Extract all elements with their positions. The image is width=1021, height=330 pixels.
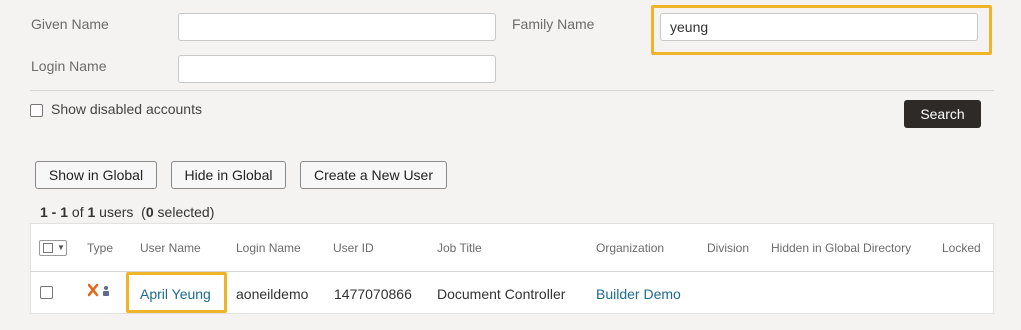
organization-link[interactable]: Builder Demo [596, 286, 681, 302]
family-name-input[interactable] [660, 13, 978, 41]
given-name-label: Given Name [31, 16, 109, 32]
col-login-name[interactable]: Login Name [236, 241, 301, 255]
hide-in-global-button[interactable]: Hide in Global [171, 161, 286, 189]
select-all-dropdown[interactable]: ▼ [39, 240, 67, 256]
of-text: of [68, 204, 88, 220]
col-user-name[interactable]: User Name [140, 241, 201, 255]
users-text: users ( [95, 204, 146, 220]
login-name-input[interactable] [178, 55, 496, 83]
selected-count: 0 [145, 204, 154, 220]
col-division[interactable]: Division [707, 241, 749, 255]
external-user-icon [87, 283, 112, 299]
search-button[interactable]: Search [904, 100, 981, 128]
row-checkbox[interactable] [40, 286, 53, 299]
login-name-cell: aoneildemo [236, 286, 309, 302]
user-id-cell: 1477070866 [334, 286, 412, 302]
users-table: ▼ Type User Name Login Name User ID Job … [30, 223, 994, 314]
results-summary: 1 - 1 of 1 users (0 selected) [40, 204, 214, 220]
chevron-down-icon: ▼ [57, 243, 65, 252]
show-disabled-checkbox[interactable] [30, 104, 43, 117]
selected-suffix: selected) [153, 204, 215, 220]
col-locked[interactable]: Locked [942, 241, 981, 255]
col-job-title[interactable]: Job Title [437, 241, 482, 255]
col-user-id[interactable]: User ID [333, 241, 374, 255]
given-name-input[interactable] [178, 13, 496, 41]
show-disabled-label: Show disabled accounts [51, 101, 202, 117]
user-name-link[interactable]: April Yeung [140, 286, 211, 302]
show-in-global-button[interactable]: Show in Global [35, 161, 157, 189]
job-title-cell: Document Controller [437, 286, 566, 302]
col-hidden-global[interactable]: Hidden in Global Directory [771, 241, 911, 255]
col-type[interactable]: Type [87, 241, 113, 255]
login-name-label: Login Name [31, 58, 107, 74]
range-text: 1 - 1 [40, 204, 69, 220]
select-all-checkbox-icon [43, 243, 53, 253]
family-name-label: Family Name [512, 16, 595, 32]
create-new-user-button[interactable]: Create a New User [300, 161, 447, 189]
header-divider [31, 271, 993, 272]
filter-divider [30, 90, 994, 91]
col-organization[interactable]: Organization [596, 241, 664, 255]
